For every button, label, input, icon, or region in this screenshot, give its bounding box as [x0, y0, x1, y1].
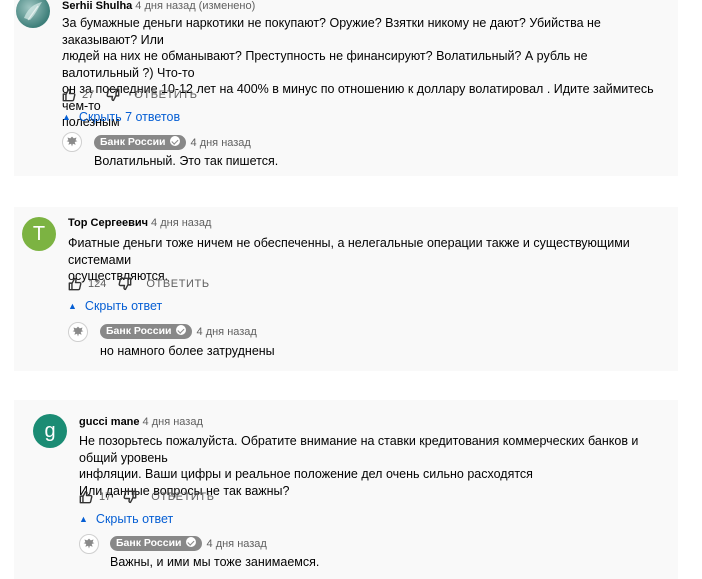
reply-button[interactable]: ОТВЕТИТЬ [146, 278, 209, 290]
channel-owner-badge[interactable]: Банк России [94, 135, 186, 150]
reply-text: Волатильный. Это так пишется. [94, 154, 279, 168]
avatar[interactable] [16, 0, 50, 28]
comment-header: gucci mane 4 дня назад [79, 416, 203, 428]
reply-author: Банк России [100, 136, 166, 148]
reply-text: но намного более затруднены [100, 344, 275, 358]
bank-emblem-avatar[interactable] [62, 132, 82, 152]
avatar[interactable]: T [22, 217, 56, 251]
comment-text-line: За бумажные деньги наркотики не покупают… [62, 16, 601, 47]
author-name[interactable]: Тор Сергеевич [68, 217, 148, 229]
comment-text-line: Не позорьтесь пожалуйста. Обратите внима… [79, 434, 639, 465]
timestamp[interactable]: 4 дня назад [151, 217, 211, 229]
toggle-replies-button[interactable]: ▲ Скрыть ответ [79, 512, 173, 526]
toggle-replies-label: Скрыть 7 ответов [78, 110, 181, 124]
comment-text-line: людей на них не обманывают? Преступность… [62, 49, 588, 80]
caret-up-icon: ▲ [68, 301, 77, 311]
double-eagle-emblem-icon [83, 538, 95, 549]
thumbs-down-icon[interactable] [106, 88, 120, 102]
comment-text-line: Фиатные деньги тоже ничем не обеспеченны… [68, 236, 630, 267]
verified-check-icon [185, 537, 196, 547]
thumbs-down-icon[interactable] [123, 490, 137, 504]
double-eagle-emblem-icon [66, 136, 78, 147]
reply-button[interactable]: ОТВЕТИТЬ [134, 89, 197, 101]
verified-check-icon [175, 325, 186, 335]
double-eagle-emblem-icon [72, 326, 84, 337]
comment-text-line: инфляции. Ваши цифры и реальное положени… [79, 467, 533, 481]
reply-header: Банк России 4 дня назад [100, 324, 257, 339]
caret-up-icon: ▲ [62, 112, 71, 122]
avatar-letter: T [32, 222, 46, 245]
avatar-letter: g [44, 419, 56, 442]
thumbs-up-icon[interactable] [62, 88, 76, 102]
verified-check-icon [169, 136, 180, 146]
bank-emblem-avatar[interactable] [79, 534, 99, 554]
reply-author: Банк России [106, 325, 172, 337]
reply-text: Важны, и ими мы тоже занимаемся. [110, 555, 320, 569]
thumbs-up-icon[interactable] [68, 277, 82, 291]
reply-timestamp[interactable]: 4 дня назад [191, 137, 251, 149]
reply-button[interactable]: ОТВЕТИТЬ [151, 491, 214, 503]
comment-actions: 124 ОТВЕТИТЬ [68, 276, 210, 292]
thumbs-up-icon[interactable] [79, 490, 93, 504]
channel-owner-badge[interactable]: Банк России [100, 324, 192, 339]
comment-header: Тор Сергеевич 4 дня назад [68, 217, 211, 229]
toggle-replies-label: Скрыть ответ [95, 512, 174, 526]
reply-timestamp[interactable]: 4 дня назад [207, 538, 267, 550]
toggle-replies-button[interactable]: ▲ Скрыть 7 ответов [62, 110, 180, 124]
caret-up-icon: ▲ [79, 514, 88, 524]
avatar[interactable]: g [33, 414, 67, 448]
reply-header: Банк России 4 дня назад [110, 536, 267, 551]
author-name[interactable]: Serhii Shulha [62, 0, 132, 12]
toggle-replies-label: Скрыть ответ [84, 299, 163, 313]
comment-actions: 27 ОТВЕТИТЬ [62, 87, 198, 103]
like-count: 17 [99, 491, 112, 503]
avatar-image-icon [24, 2, 42, 21]
reply-author: Банк России [116, 537, 182, 549]
reply-header: Банк России 4 дня назад [94, 135, 251, 150]
bank-emblem-avatar[interactable] [68, 322, 88, 342]
timestamp[interactable]: 4 дня назад (изменено) [135, 0, 255, 12]
comment-actions: 17 ОТВЕТИТЬ [79, 489, 215, 505]
channel-owner-badge[interactable]: Банк России [110, 536, 202, 551]
timestamp[interactable]: 4 дня назад [143, 416, 203, 428]
reply-timestamp[interactable]: 4 дня назад [197, 326, 257, 338]
like-count: 27 [82, 89, 95, 101]
thumbs-down-icon[interactable] [118, 277, 132, 291]
author-name[interactable]: gucci mane [79, 416, 140, 428]
like-count: 124 [88, 278, 107, 290]
toggle-replies-button[interactable]: ▲ Скрыть ответ [68, 299, 162, 313]
comment-header: Serhii Shulha 4 дня назад (изменено) [62, 0, 255, 12]
